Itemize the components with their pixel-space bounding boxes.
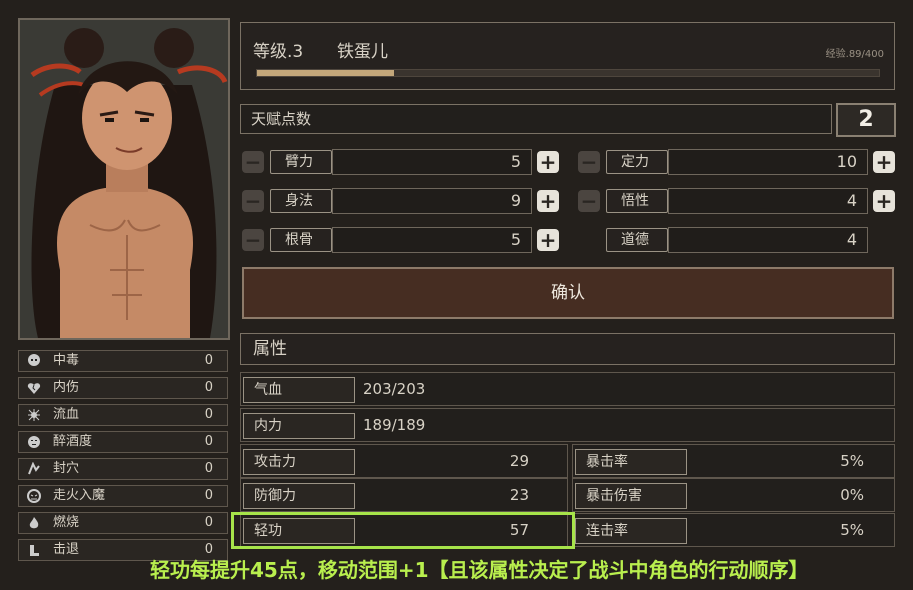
attr-label-crit-rate: 暴击率	[575, 449, 687, 475]
broken-heart-icon	[27, 383, 41, 394]
status-row-qi-deviation: 走火入魔 0	[18, 485, 228, 507]
stat-label-constitution: 根骨	[270, 228, 332, 252]
status-label: 醉酒度	[53, 434, 93, 449]
attr-value-attack: 29	[509, 452, 529, 470]
stat-value-morality: 4	[668, 227, 868, 253]
status-value: 0	[204, 515, 213, 530]
attr-label-defense: 防御力	[243, 483, 355, 509]
status-label: 击退	[53, 542, 80, 557]
status-label: 燃烧	[53, 515, 80, 530]
decrease-composure-button[interactable]: −	[578, 151, 600, 173]
attr-row-attack: 攻击力 29	[240, 444, 568, 478]
decrease-strength-button[interactable]: −	[242, 151, 264, 173]
lightness-skill-highlight	[231, 512, 575, 549]
seal-icon	[28, 462, 40, 475]
status-label: 走火入魔	[53, 488, 106, 503]
status-row-internal-injury: 内伤 0	[18, 377, 228, 399]
talent-points-label: 天赋点数	[251, 110, 312, 128]
stat-value-agility: 9	[332, 188, 532, 214]
level-label: 等级.3	[253, 42, 304, 62]
increase-agility-button[interactable]: +	[537, 190, 559, 212]
attr-label-attack: 攻击力	[243, 449, 355, 475]
attr-value-crit-rate: 5%	[840, 452, 864, 470]
increase-strength-button[interactable]: +	[537, 151, 559, 173]
talent-points-row: 天赋点数	[240, 104, 832, 134]
increase-composure-button[interactable]: +	[873, 151, 895, 173]
attr-row-hp: 气血 203/203	[240, 372, 895, 406]
attr-label-combo-rate: 连击率	[575, 518, 687, 544]
stat-value-constitution: 5	[332, 227, 532, 253]
status-label: 内伤	[53, 380, 80, 395]
attr-value-hp: 203/203	[363, 380, 426, 398]
skull-icon	[28, 354, 40, 366]
confirm-button[interactable]: 确认	[242, 267, 894, 319]
stat-label-morality: 道德	[606, 228, 668, 252]
status-effect-list: 中毒 0 内伤 0 流血 0 醉酒度 0 封穴 0 走火入魔 0 燃烧 0 击退…	[18, 350, 228, 566]
attr-row-crit-rate: 暴击率 5%	[572, 444, 895, 478]
attr-row-combo-rate: 连击率 5%	[572, 513, 895, 547]
character-name: 铁蛋儿	[337, 42, 388, 62]
stat-label-comprehension: 悟性	[606, 189, 668, 213]
status-value: 0	[204, 380, 213, 395]
attr-label-hp: 气血	[243, 377, 355, 403]
stat-label-agility: 身法	[270, 189, 332, 213]
drunk-face-icon	[28, 436, 40, 448]
status-value: 0	[204, 434, 213, 449]
attributes-header: 属性	[240, 333, 895, 365]
decrease-comprehension-button[interactable]: −	[578, 190, 600, 212]
knockback-icon	[30, 545, 39, 556]
attr-row-defense: 防御力 23	[240, 478, 568, 512]
attr-value-combo-rate: 5%	[840, 521, 864, 539]
status-row-drunk: 醉酒度 0	[18, 431, 228, 453]
level-panel: 等级.3 铁蛋儿 经验.89/400	[240, 22, 895, 90]
attr-value-mp: 189/189	[363, 416, 426, 434]
character-portrait	[18, 18, 230, 340]
attr-label-crit-damage: 暴击伤害	[575, 483, 687, 509]
status-row-burn: 燃烧 0	[18, 512, 228, 534]
decrease-constitution-button[interactable]: −	[242, 229, 264, 251]
caption-text: 轻功每提升45点，移动范围+1【且该属性决定了战斗中角色的行动顺序】	[150, 558, 809, 582]
status-value: 0	[204, 407, 213, 422]
status-row-poison: 中毒 0	[18, 350, 228, 372]
bleed-icon	[28, 409, 40, 421]
decrease-agility-button[interactable]: −	[242, 190, 264, 212]
attr-row-crit-damage: 暴击伤害 0%	[572, 478, 895, 512]
attr-value-crit-damage: 0%	[840, 486, 864, 504]
status-label: 流血	[53, 407, 80, 422]
demon-icon	[27, 489, 41, 503]
fire-icon	[29, 517, 39, 529]
stat-label-composure: 定力	[606, 150, 668, 174]
status-label: 中毒	[53, 353, 80, 368]
talent-points-value: 2	[836, 103, 896, 137]
increase-comprehension-button[interactable]: +	[873, 190, 895, 212]
stat-value-comprehension: 4	[668, 188, 868, 214]
status-value: 0	[204, 488, 213, 503]
exp-text: 经验.89/400	[825, 49, 884, 60]
stat-label-strength: 臂力	[270, 150, 332, 174]
status-value: 0	[204, 353, 213, 368]
increase-constitution-button[interactable]: +	[537, 229, 559, 251]
attr-label-mp: 内力	[243, 413, 355, 439]
status-value: 0	[204, 461, 213, 476]
attr-value-defense: 23	[509, 486, 529, 504]
stat-value-strength: 5	[332, 149, 532, 175]
attr-row-mp: 内力 189/189	[240, 408, 895, 442]
exp-bar	[256, 69, 880, 77]
stat-value-composure: 10	[668, 149, 868, 175]
status-row-sealed-points: 封穴 0	[18, 458, 228, 480]
status-row-bleed: 流血 0	[18, 404, 228, 426]
exp-bar-fill	[257, 70, 394, 76]
status-label: 封穴	[53, 461, 80, 476]
